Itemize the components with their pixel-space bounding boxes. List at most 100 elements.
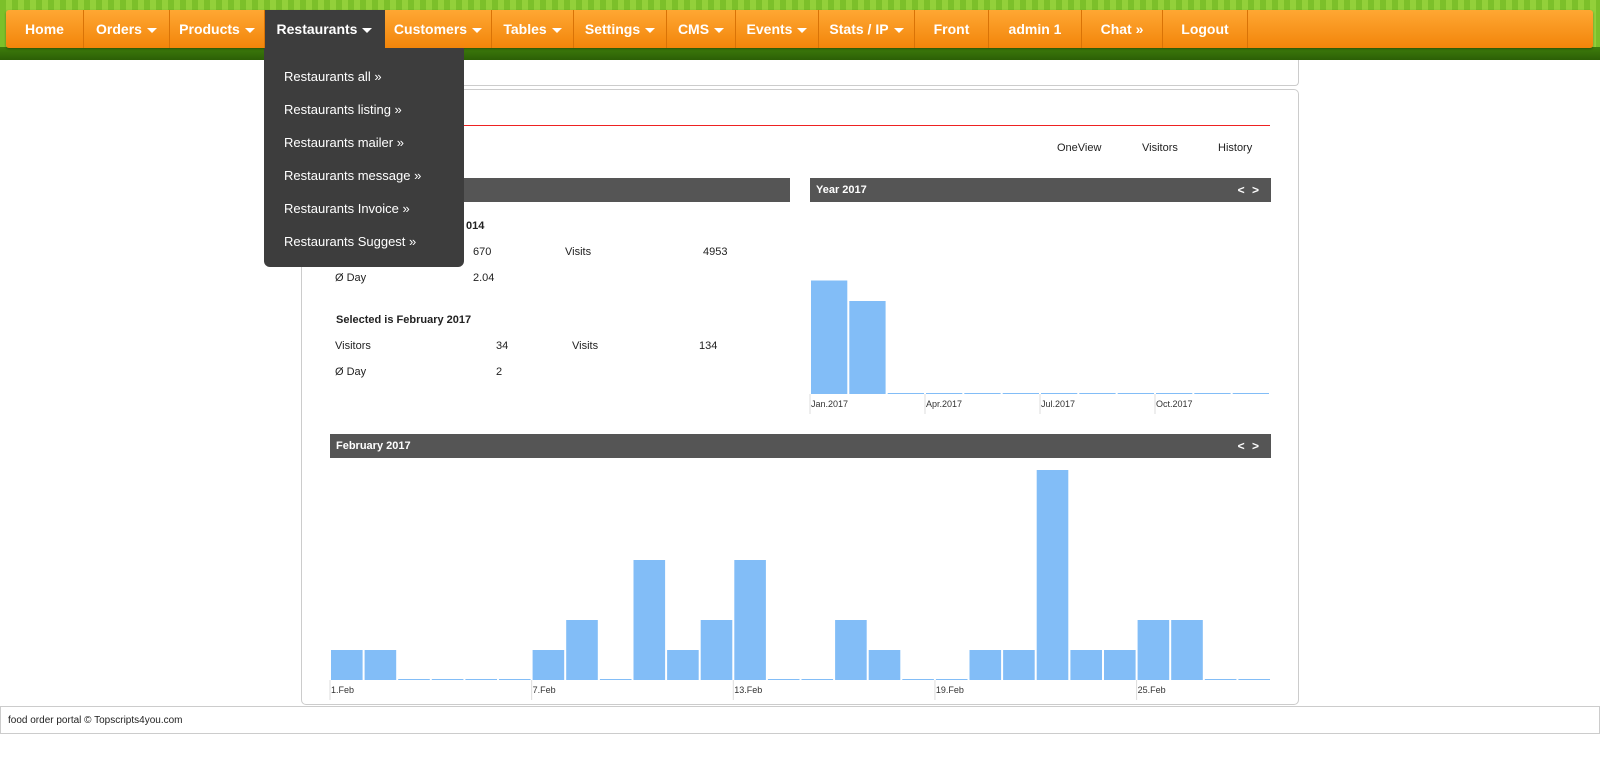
chart-bar[interactable] — [532, 650, 565, 680]
main-nav: Home Orders Products Restaurants Custome… — [6, 10, 1593, 48]
chart-tick-label: Jan.2017 — [811, 399, 848, 409]
tab-history[interactable]: History — [1218, 142, 1252, 154]
tab-visitors[interactable]: Visitors — [1142, 142, 1178, 154]
selected-visits-label: Visits — [572, 340, 599, 352]
chevron-down-icon — [472, 27, 483, 33]
nav-settings[interactable]: Settings — [574, 10, 667, 48]
menu-restaurants-suggest[interactable]: Restaurants Suggest » — [284, 234, 416, 249]
selected-visitors-value: 34 — [496, 340, 509, 352]
tab-oneview[interactable]: OneView — [1057, 142, 1101, 154]
chart-bar[interactable] — [1036, 470, 1069, 680]
nav-admin[interactable]: admin 1 — [989, 10, 1082, 48]
restaurants-dropdown: Restaurants all » Restaurants listing » … — [264, 48, 464, 267]
chart-bar[interactable] — [599, 679, 632, 680]
chart-bar[interactable] — [1238, 679, 1270, 680]
year-title: Year 2017 — [816, 184, 867, 196]
selected-visits-value: 134 — [699, 340, 718, 352]
chevron-down-icon — [551, 27, 562, 33]
chart-bar[interactable] — [331, 650, 363, 680]
chart-bar[interactable] — [1137, 620, 1170, 680]
chart-tick-label: 7.Feb — [533, 685, 556, 695]
chart-bar[interactable] — [835, 620, 867, 680]
nav-events[interactable]: Events — [736, 10, 819, 48]
chart-bar[interactable] — [811, 280, 848, 395]
chart-bar[interactable] — [1156, 393, 1193, 394]
chart-tick-label: Apr.2017 — [926, 399, 962, 409]
chart-tick-label: 1.Feb — [331, 685, 354, 695]
chart-bar[interactable] — [926, 393, 963, 394]
chart-bar[interactable] — [1070, 650, 1102, 680]
nav-orders[interactable]: Orders — [84, 10, 170, 48]
nav-front[interactable]: Front — [915, 10, 989, 48]
chart-bar[interactable] — [1079, 393, 1116, 394]
nav-restaurants[interactable]: Restaurants — [265, 10, 385, 48]
chevron-down-icon — [146, 27, 157, 33]
chart-bar[interactable] — [465, 679, 497, 680]
chevron-down-icon — [714, 27, 725, 33]
footer: food order portal © Topscripts4you.com — [0, 706, 1600, 734]
chart-bar[interactable] — [801, 679, 834, 680]
chart-bar[interactable] — [1204, 679, 1237, 680]
chart-tick-label: Jul.2017 — [1041, 399, 1075, 409]
chart-bar[interactable] — [566, 620, 598, 680]
chart-bar[interactable] — [499, 679, 531, 680]
chart-bar[interactable] — [964, 393, 1001, 394]
nav-home[interactable]: Home — [6, 10, 84, 48]
year-nav-arrows[interactable]: < > — [1238, 178, 1261, 202]
selected-visitors-label: Visitors — [335, 340, 371, 352]
menu-restaurants-invoice[interactable]: Restaurants Invoice » — [284, 201, 410, 216]
chart-bar[interactable] — [633, 560, 666, 680]
chart-tick-label: Oct.2017 — [1156, 399, 1193, 409]
nav-cms[interactable]: CMS — [667, 10, 736, 48]
nav-customers[interactable]: Customers — [385, 10, 492, 48]
chart-bar[interactable] — [700, 620, 733, 680]
menu-restaurants-listing[interactable]: Restaurants listing » — [284, 102, 402, 117]
menu-restaurants-message[interactable]: Restaurants message » — [284, 168, 421, 183]
chevron-down-icon — [797, 27, 808, 33]
chevron-down-icon — [244, 27, 255, 33]
month-header: February 2017 < > — [330, 434, 1271, 458]
chart-bar[interactable] — [902, 679, 934, 680]
month-nav-arrows[interactable]: < > — [1238, 434, 1261, 458]
chart-bar[interactable] — [969, 650, 1002, 680]
chart-bar[interactable] — [1002, 393, 1039, 394]
total-day-label: Ø Day — [335, 272, 367, 284]
nav-tables[interactable]: Tables — [492, 10, 574, 48]
chart-bar[interactable] — [935, 679, 968, 680]
chevron-down-icon — [893, 27, 904, 33]
chart-bar[interactable] — [431, 679, 464, 680]
year-header: Year 2017 < > — [810, 178, 1271, 202]
chart-bar[interactable] — [849, 301, 886, 394]
total-day-value: 2.04 — [473, 272, 495, 284]
nav-products[interactable]: Products — [170, 10, 265, 48]
chart-bar[interactable] — [868, 650, 901, 680]
chart-tick-label: 13.Feb — [734, 685, 762, 695]
chart-bar[interactable] — [734, 560, 766, 680]
chart-bar[interactable] — [1041, 393, 1078, 394]
chart-bar[interactable] — [1194, 393, 1231, 394]
summary-heading: 014 — [466, 220, 485, 232]
top-bar-shadow — [0, 47, 1600, 60]
month-chart: 1.Feb 7.Feb 13.Feb 19.Feb 25.Feb — [329, 470, 1270, 700]
chart-bar[interactable] — [887, 393, 924, 394]
chart-bar[interactable] — [1104, 650, 1136, 680]
nav-chat[interactable]: Chat » — [1082, 10, 1163, 48]
chart-bar[interactable] — [364, 650, 397, 680]
chart-bar[interactable] — [1232, 393, 1269, 394]
divider — [330, 125, 1270, 126]
chart-bar[interactable] — [667, 650, 699, 680]
nav-stats-ip[interactable]: Stats / IP — [819, 10, 915, 48]
chevron-down-icon — [645, 27, 656, 33]
chart-bar[interactable] — [1003, 650, 1035, 680]
chart-bar[interactable] — [1117, 393, 1154, 394]
chart-tick-label: 25.Feb — [1138, 685, 1166, 695]
month-title: February 2017 — [336, 440, 411, 452]
chart-bar[interactable] — [767, 679, 800, 680]
chart-bar[interactable] — [398, 679, 430, 680]
chart-bar[interactable] — [1171, 620, 1203, 680]
nav-logout[interactable]: Logout — [1163, 10, 1248, 48]
selected-day-value: 2 — [496, 366, 503, 378]
menu-restaurants-all[interactable]: Restaurants all » — [284, 69, 382, 84]
menu-restaurants-mailer[interactable]: Restaurants mailer » — [284, 135, 404, 150]
year-chart: Jan.2017 Apr.2017 Jul.2017 Oct.2017 — [809, 280, 1269, 414]
